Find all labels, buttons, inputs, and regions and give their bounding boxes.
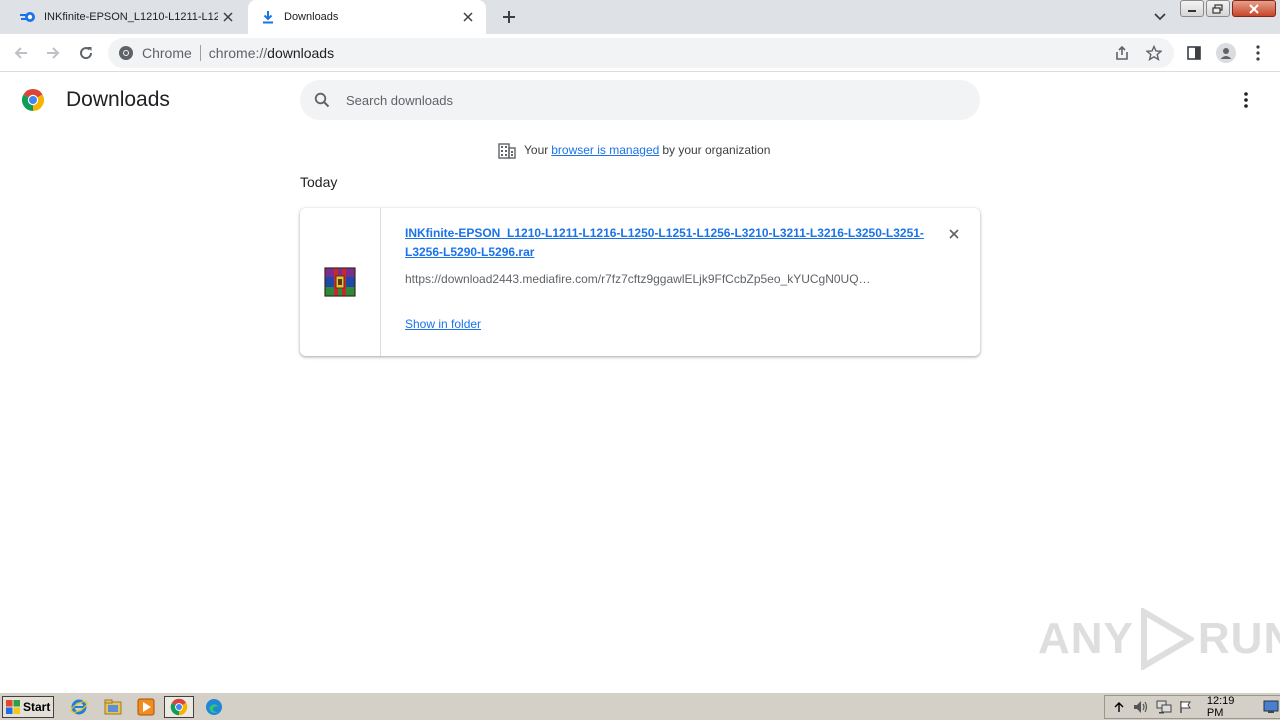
side-panel-button[interactable]	[1182, 41, 1206, 65]
person-icon	[1220, 48, 1232, 59]
show-in-folder-link[interactable]: Show in folder	[405, 317, 481, 331]
screen: INKfinite-EPSON_L1210-L1211-L121… Downlo…	[0, 0, 1280, 720]
taskbar-chrome[interactable]	[164, 696, 194, 718]
window-controls	[1178, 0, 1276, 18]
site-info[interactable]: Chrome	[108, 45, 192, 61]
date-section-header: Today	[300, 174, 338, 190]
chevron-up-icon	[1114, 702, 1124, 712]
reload-icon	[80, 47, 93, 60]
tray-expand-button[interactable]	[1110, 698, 1127, 716]
download-source-url[interactable]: https://download2443.mediafire.com/r7fz7…	[405, 272, 905, 286]
chrome-logo-icon	[21, 88, 45, 112]
winrar-archive-icon	[324, 267, 356, 297]
page-title: Downloads	[66, 88, 170, 111]
taskbar-explorer[interactable]	[100, 696, 126, 718]
search-input[interactable]	[346, 92, 946, 108]
chrome-menu-button[interactable]	[1246, 41, 1270, 65]
remove-download-button[interactable]	[944, 224, 964, 244]
desktop-icon	[1263, 700, 1279, 713]
bookmark-button[interactable]	[1142, 41, 1166, 65]
start-label: Start	[23, 700, 51, 714]
windows-flag-icon	[6, 700, 20, 714]
download-item: INKfinite-EPSON_L1210-L1211-L1216-L1250-…	[300, 208, 980, 356]
volume-button[interactable]	[1132, 698, 1149, 716]
tab-downloads[interactable]: Downloads	[248, 0, 486, 34]
restore-icon	[1212, 3, 1223, 14]
edge-icon	[206, 699, 222, 715]
managed-notice: Your browser is managed by your organiza…	[498, 141, 770, 159]
taskbar: Start 12:19 PM	[0, 692, 1280, 720]
new-tab-button[interactable]	[498, 6, 520, 28]
back-arrow-icon	[14, 47, 27, 59]
forward-arrow-icon	[47, 47, 60, 59]
chrome-icon	[170, 698, 188, 716]
watermark-left: ANY	[1038, 614, 1134, 663]
download-filename-link[interactable]: INKfinite-EPSON_L1210-L1211-L1216-L1250-…	[405, 224, 925, 262]
omnibox-actions	[1102, 41, 1166, 65]
star-icon	[1146, 45, 1162, 61]
tab-title: INKfinite-EPSON_L1210-L1211-L121…	[44, 11, 218, 23]
file-icon-column	[300, 208, 381, 356]
ie-icon	[70, 699, 88, 715]
clock[interactable]: 12:19 PM	[1207, 695, 1253, 719]
speaker-icon	[1134, 701, 1148, 713]
play-logo-icon	[1140, 608, 1194, 670]
avatar	[1216, 43, 1236, 63]
search-box[interactable]	[300, 80, 980, 120]
url-path: downloads	[267, 45, 335, 61]
taskbar-ie[interactable]	[66, 696, 92, 718]
close-icon	[949, 229, 959, 239]
chevron-down-icon	[1154, 13, 1166, 21]
media-player-icon	[137, 698, 155, 716]
minimize-icon	[1188, 9, 1196, 12]
url-text: chrome://downloads	[209, 45, 334, 61]
share-button[interactable]	[1110, 41, 1134, 65]
explorer-icon	[104, 699, 122, 715]
start-button[interactable]: Start	[2, 696, 54, 718]
back-button[interactable]	[9, 41, 33, 65]
show-desktop-button[interactable]	[1263, 698, 1280, 716]
url-scheme: chrome://	[208, 45, 268, 61]
anyrun-watermark: ANY RUN	[1038, 608, 1280, 670]
watermark-right: RUN	[1197, 614, 1280, 663]
managed-suffix: by your organization	[662, 143, 771, 157]
side-panel-icon	[1187, 46, 1201, 60]
network-button[interactable]	[1155, 698, 1172, 716]
close-icon	[1249, 3, 1259, 14]
building-icon	[498, 141, 516, 159]
mediafire-icon	[20, 9, 36, 25]
downloads-menu-button[interactable]	[1236, 90, 1256, 110]
tab-inkfinite[interactable]: INKfinite-EPSON_L1210-L1211-L121…	[8, 0, 246, 34]
download-icon	[260, 9, 276, 25]
taskbar-media-player[interactable]	[133, 696, 159, 718]
site-label: Chrome	[142, 45, 192, 61]
kebab-menu-icon	[1256, 45, 1260, 61]
chrome-site-icon	[119, 46, 133, 60]
share-icon	[1116, 45, 1128, 60]
separator	[199, 45, 201, 61]
managed-prefix: Your	[524, 143, 549, 157]
tab-search-button[interactable]	[1150, 7, 1170, 27]
close-tab-icon[interactable]	[218, 7, 238, 27]
toolbar: Chrome chrome://downloads	[0, 34, 1280, 72]
forward-button[interactable]	[41, 41, 65, 65]
close-window-button[interactable]	[1232, 0, 1276, 17]
tab-strip: INKfinite-EPSON_L1210-L1211-L121… Downlo…	[0, 0, 1280, 34]
flag-icon	[1180, 701, 1192, 713]
plus-icon	[503, 11, 515, 23]
profile-button[interactable]	[1214, 41, 1238, 65]
search-icon	[312, 90, 332, 110]
close-tab-icon[interactable]	[458, 7, 478, 27]
network-icon	[1156, 700, 1172, 714]
tab-title: Downloads	[284, 11, 339, 23]
taskbar-edge[interactable]	[201, 696, 227, 718]
minimize-button[interactable]	[1180, 0, 1204, 17]
managed-link[interactable]: browser is managed	[551, 143, 659, 157]
system-tray: 12:19 PM	[1104, 695, 1280, 719]
address-bar[interactable]: Chrome chrome://downloads	[108, 38, 1174, 68]
restore-button[interactable]	[1206, 0, 1230, 17]
kebab-menu-icon	[1244, 92, 1248, 108]
action-center-button[interactable]	[1177, 698, 1194, 716]
reload-button[interactable]	[74, 41, 98, 65]
